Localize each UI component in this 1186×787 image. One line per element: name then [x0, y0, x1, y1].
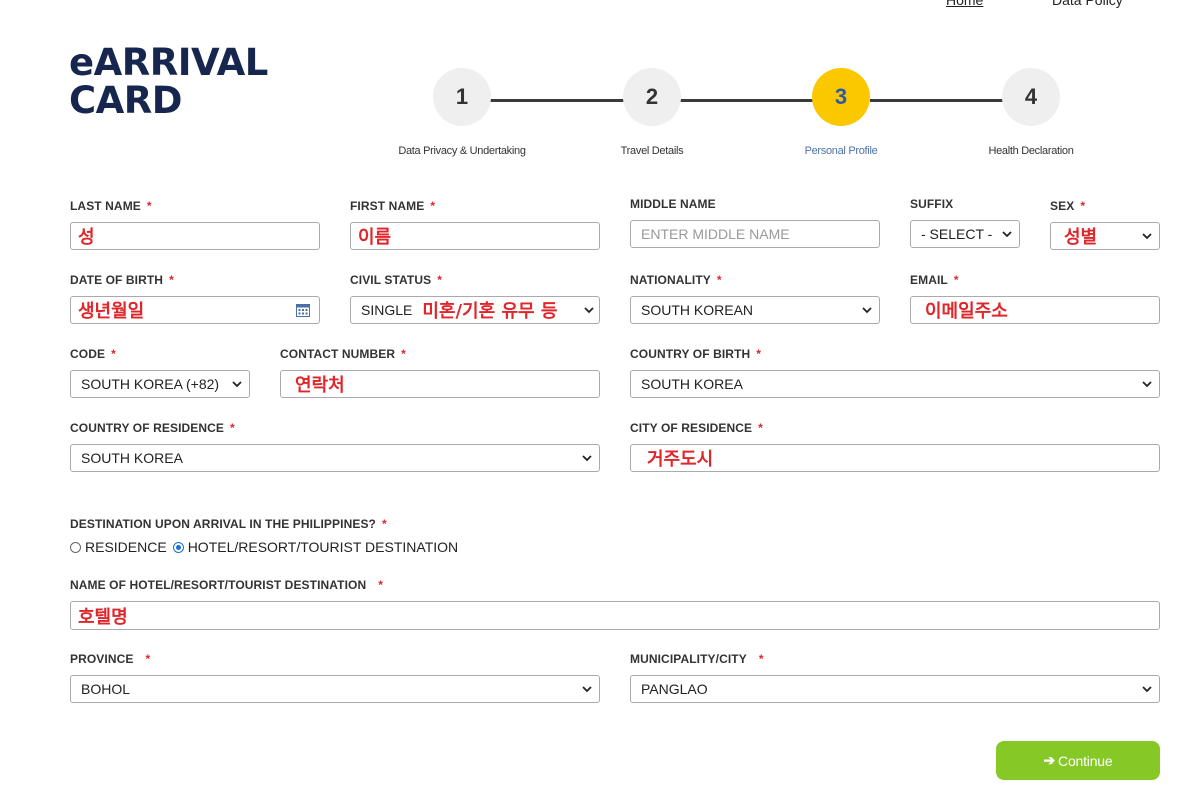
- nationality-label: NATIONALITY *: [630, 273, 722, 287]
- last-name-input[interactable]: 성: [70, 222, 320, 250]
- step-3-label: Personal Profile: [804, 145, 878, 157]
- step-4-label: Health Declaration: [988, 145, 1074, 157]
- sex-select[interactable]: 성별: [1050, 222, 1160, 250]
- chevron-down-icon: [862, 307, 872, 314]
- code-label: CODE *: [70, 347, 116, 361]
- chevron-down-icon: [584, 307, 594, 314]
- calendar-icon[interactable]: [295, 302, 311, 318]
- step-1-label: Data Privacy & Undertaking: [398, 145, 526, 157]
- step-2-label: Travel Details: [620, 145, 684, 157]
- middle-name-input[interactable]: ENTER MIDDLE NAME: [630, 220, 880, 248]
- radio-residence-label[interactable]: RESIDENCE: [85, 539, 167, 555]
- suffix-select[interactable]: - SELECT -: [910, 220, 1020, 248]
- date-of-birth-label: DATE OF BIRTH *: [70, 273, 174, 287]
- municipality-label: MUNICIPALITY/CITY *: [630, 652, 764, 666]
- step-connector: [490, 99, 624, 102]
- province-select[interactable]: BOHOL: [70, 675, 600, 703]
- municipality-select[interactable]: PANGLAO: [630, 675, 1160, 703]
- first-name-label: FIRST NAME *: [350, 199, 436, 213]
- civil-status-label: CIVIL STATUS *: [350, 273, 442, 287]
- city-of-residence-input[interactable]: 거주도시: [630, 444, 1160, 472]
- nav-home-link[interactable]: Home: [946, 0, 983, 8]
- nav-data-policy-link[interactable]: Data Policy: [1052, 0, 1123, 8]
- arrow-right-icon: ➔: [1043, 752, 1056, 768]
- country-of-birth-label: COUNTRY OF BIRTH *: [630, 347, 762, 361]
- city-of-residence-label: CITY OF RESIDENCE *: [630, 421, 763, 435]
- step-4-circle: 4: [1002, 68, 1060, 126]
- nationality-select[interactable]: SOUTH KOREAN: [630, 296, 880, 324]
- chevron-down-icon: [1002, 231, 1012, 238]
- sex-label: SEX *: [1050, 199, 1086, 213]
- chevron-down-icon: [1142, 686, 1152, 693]
- hotel-name-label: NAME OF HOTEL/RESORT/TOURIST DESTINATION…: [70, 578, 384, 592]
- destination-label: DESTINATION UPON ARRIVAL IN THE PHILIPPI…: [70, 517, 387, 531]
- logo-line-1: eARRIVAL: [69, 41, 268, 84]
- contact-number-input[interactable]: 연락처: [280, 370, 600, 398]
- earrival-card-logo: eARRIVAL CARD: [69, 44, 268, 120]
- chevron-down-icon: [232, 381, 242, 388]
- destination-radio-group: RESIDENCE HOTEL/RESORT/TOURIST DESTINATI…: [70, 539, 458, 555]
- step-3-circle: 3: [812, 68, 870, 126]
- step-1-circle: 1: [433, 68, 491, 126]
- chevron-down-icon: [582, 455, 592, 462]
- country-of-residence-label: COUNTRY OF RESIDENCE *: [70, 421, 235, 435]
- radio-hotel-resort-label[interactable]: HOTEL/RESORT/TOURIST DESTINATION: [188, 539, 458, 555]
- chevron-down-icon: [1142, 381, 1152, 388]
- logo-line-2: CARD: [69, 79, 182, 122]
- continue-label: Continue: [1058, 752, 1113, 769]
- step-2-circle: 2: [623, 68, 681, 126]
- continue-button[interactable]: ➔ Continue: [996, 741, 1160, 780]
- contact-number-label: CONTACT NUMBER *: [280, 347, 406, 361]
- radio-residence[interactable]: [70, 541, 81, 553]
- step-connector: [680, 99, 814, 102]
- email-label: EMAIL *: [910, 273, 959, 287]
- chevron-down-icon: [1142, 233, 1152, 240]
- radio-hotel-resort[interactable]: [172, 541, 184, 553]
- country-of-residence-select[interactable]: SOUTH KOREA: [70, 444, 600, 472]
- email-input[interactable]: 이메일주소: [910, 296, 1160, 324]
- province-label: PROVINCE *: [70, 652, 151, 666]
- date-of-birth-input[interactable]: 생년월일: [70, 296, 320, 324]
- middle-name-label: MIDDLE NAME: [630, 197, 716, 211]
- suffix-label: SUFFIX: [910, 197, 954, 211]
- country-of-birth-select[interactable]: SOUTH KOREA: [630, 370, 1160, 398]
- first-name-input[interactable]: 이름: [350, 222, 600, 250]
- civil-status-note: 미혼/기혼 유무 등: [422, 301, 558, 322]
- step-connector: [870, 99, 1004, 102]
- hotel-name-input[interactable]: 호텔명: [70, 601, 1160, 630]
- country-code-select[interactable]: SOUTH KOREA (+82): [70, 370, 250, 398]
- last-name-label: LAST NAME *: [70, 199, 152, 213]
- chevron-down-icon: [582, 686, 592, 693]
- civil-status-select[interactable]: SINGLE 미혼/기혼 유무 등: [350, 296, 600, 324]
